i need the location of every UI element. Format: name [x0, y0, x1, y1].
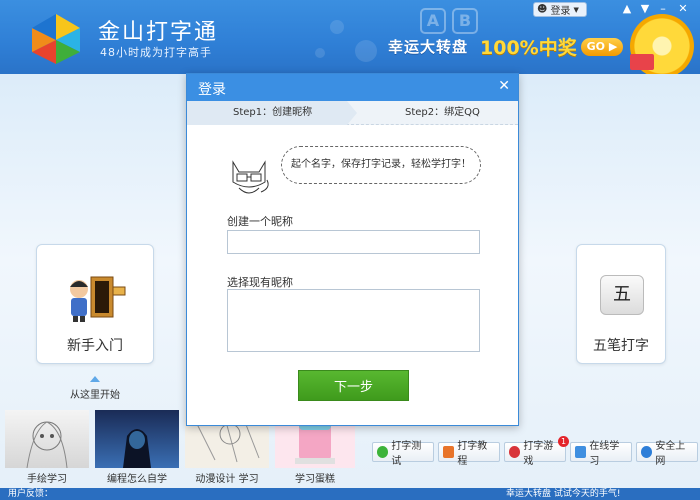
- skin-icon[interactable]: ▲: [620, 2, 634, 16]
- existing-nickname-list[interactable]: [227, 289, 480, 352]
- promo-go-button[interactable]: GO ▶: [581, 38, 623, 56]
- beginner-card[interactable]: 新手入门: [36, 244, 154, 364]
- game-badge: 1: [558, 436, 569, 447]
- thumb-sketch[interactable]: [5, 410, 89, 468]
- status-bar: 用户反馈： 幸运大转盘 试试今天的手气!: [0, 488, 700, 500]
- decor-bubble: [315, 48, 325, 58]
- tutorial-icon: [443, 446, 455, 458]
- wubi-card[interactable]: 五 五笔打字: [576, 244, 666, 364]
- online-icon: [575, 446, 587, 458]
- promo-text[interactable]: 幸运大转盘: [388, 36, 468, 57]
- thumb-coding-label[interactable]: 编程怎么自学: [95, 470, 179, 485]
- app-title: 金山打字通: [98, 20, 219, 45]
- feedback-link[interactable]: 用户反馈：: [8, 488, 53, 500]
- dialog-close-icon[interactable]: ✕: [498, 78, 510, 94]
- start-hint: 从这里开始: [70, 390, 120, 401]
- typing-game-label: 打字游戏: [523, 441, 554, 467]
- up-arrow-icon: [90, 376, 100, 382]
- beginner-label: 新手入门: [67, 338, 123, 354]
- speech-bubble: 起个名字，保存打字记录，轻松学打字！: [281, 146, 481, 184]
- next-step-button[interactable]: 下一步: [298, 370, 409, 401]
- letter-a-decor: A: [420, 8, 446, 34]
- login-dialog: 登录 ✕ Step1：创建昵称 Step2：绑定QQ 起个名字，保存打字记录，轻…: [186, 73, 519, 426]
- sketch-girl-image: [26, 421, 68, 468]
- app-header: A B 金山打字通 48小时成为打字高手 ☻ 登录 ▼ ▲ ▼ – ✕ 幸运大转…: [0, 0, 700, 74]
- typing-tutorial-label: 打字教程: [457, 441, 488, 467]
- close-icon[interactable]: ✕: [676, 2, 690, 16]
- wubi-label: 五笔打字: [593, 338, 649, 354]
- step-indicator: Step1：创建昵称 Step2：绑定QQ: [187, 101, 518, 125]
- dialog-title: 登录: [198, 82, 226, 98]
- user-icon: ☻: [537, 4, 548, 15]
- step1-label: Step1：创建昵称: [187, 101, 347, 125]
- login-label: 登录: [550, 6, 571, 17]
- step2-label: Step2：绑定QQ: [405, 107, 480, 118]
- login-button[interactable]: ☻ 登录 ▼: [533, 2, 587, 17]
- existing-nickname-label: 选择现有昵称: [227, 276, 293, 289]
- ticker-text[interactable]: 幸运大转盘 试试今天的手气!: [506, 488, 620, 500]
- create-nickname-label: 创建一个昵称: [227, 215, 293, 228]
- letter-b-decor: B: [452, 8, 478, 34]
- thumb-sketch-label[interactable]: 手绘学习: [5, 470, 89, 485]
- app-logo-icon: [32, 14, 80, 64]
- typing-test-button[interactable]: 打字测试: [372, 441, 434, 467]
- thumb-anime-label[interactable]: 动漫设计 学习: [185, 470, 269, 485]
- step-arrow-icon: [347, 101, 357, 125]
- thumb-coding[interactable]: [95, 410, 179, 468]
- decor-bubble: [330, 20, 344, 34]
- promo-percent[interactable]: 100%中奖: [480, 33, 577, 60]
- gift-icon: [630, 54, 654, 70]
- wubi-key-icon: 五: [600, 275, 644, 315]
- cat-mascot-icon: [232, 160, 269, 194]
- go-label: GO: [586, 40, 606, 53]
- game-icon: [509, 446, 521, 458]
- test-icon: [377, 446, 389, 458]
- browser-icon: [641, 446, 653, 458]
- safe-browsing-label: 安全上网: [655, 441, 686, 467]
- online-learning-label: 在线学习: [589, 441, 620, 467]
- beginner-figure-icon: [70, 276, 126, 322]
- safe-browsing-button[interactable]: 安全上网: [636, 441, 698, 467]
- typing-test-label: 打字测试: [391, 441, 422, 467]
- hacker-image: [123, 429, 151, 468]
- dialog-title-bar: 登录 ✕: [187, 74, 518, 101]
- online-learning-button[interactable]: 在线学习: [570, 441, 632, 467]
- thumb-cake-label[interactable]: 学习蛋糕: [275, 470, 355, 485]
- typing-tutorial-button[interactable]: 打字教程: [438, 441, 500, 467]
- chevron-down-icon: ▼: [573, 5, 579, 14]
- app-subtitle: 48小时成为打字高手: [100, 46, 212, 59]
- menu-icon[interactable]: ▼: [638, 2, 652, 16]
- typing-game-button[interactable]: 打字游戏: [504, 441, 566, 467]
- decor-bubble: [355, 40, 377, 62]
- nickname-input[interactable]: [227, 230, 480, 254]
